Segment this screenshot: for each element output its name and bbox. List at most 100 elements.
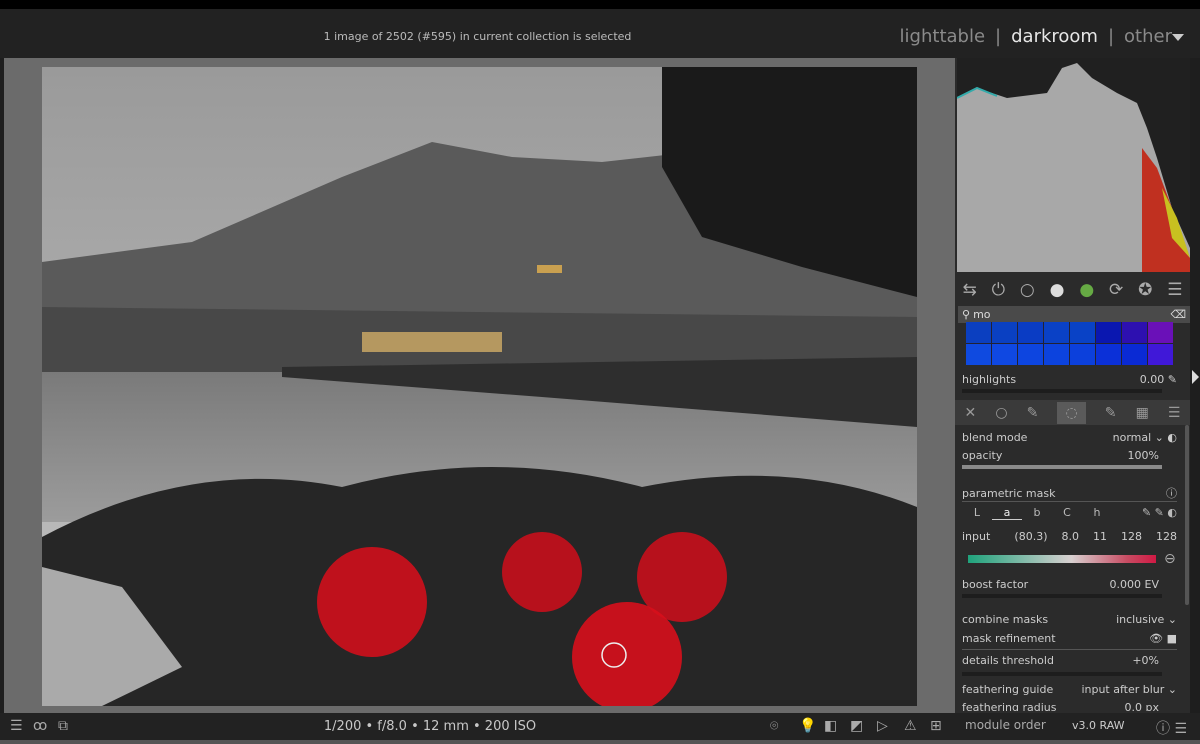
parametric-mask-icon[interactable]: ◌ [1057,401,1086,424]
histogram[interactable] [957,58,1190,272]
color-patch[interactable] [1122,322,1147,343]
color-patch[interactable] [1148,322,1173,343]
uniform-icon[interactable]: ○ [995,405,1007,421]
invert-polarity-icon[interactable]: ⊖ [1164,551,1176,567]
view-lighttable[interactable]: lighttable [900,26,985,47]
color-picker-icon[interactable]: ✎ [1168,373,1177,386]
color-patch[interactable] [1018,322,1043,343]
input-value: 11 [1093,530,1107,543]
module-order-value[interactable]: v3.0 RAW [1072,719,1125,732]
drawn-parametric-icon[interactable]: ✎ [1105,405,1117,421]
color-patch[interactable] [1096,344,1121,365]
highlights-label: highlights [962,373,1017,386]
color-patch[interactable] [1122,344,1147,365]
color-patch[interactable] [966,344,991,365]
picker-icons[interactable]: ✎ ✎ ◐ [1142,506,1177,520]
module-group-tabs: ⇆ ⏻ ○ ● ● ⟳ ✪ ☰ [955,274,1190,306]
parametric-range-slider[interactable] [968,555,1156,563]
details-threshold-value: +0% [1132,654,1159,667]
power-icon[interactable]: ⏻ [992,280,1005,300]
refresh-icon[interactable]: ⟳ [1109,280,1123,300]
highlights-slider[interactable] [962,389,1162,393]
search-value: mo [973,308,991,321]
feathering-guide-label: feathering guide [962,683,1054,696]
info-icon[interactable]: ⓘ [1166,485,1177,501]
combine-masks-label: combine masks [962,613,1049,626]
tab-L[interactable]: L [962,506,992,520]
red-flower [317,547,427,657]
blend-mode-select[interactable]: normal ⌄ ◐ [1113,431,1177,444]
blend-mode-label: blend mode [962,431,1028,444]
color-patch[interactable] [1070,322,1095,343]
exif-info: 1/200 • f/8.0 • 12 mm • 200 ISO [323,719,537,734]
color-patch[interactable] [966,322,991,343]
module-search-input[interactable]: ⚲ mo ⌫ [958,306,1190,323]
views-dropdown-icon[interactable] [1172,34,1184,41]
focus-peaking-icon[interactable]: ⌾ [770,718,778,734]
bulb-icon[interactable]: 💡 [799,718,816,734]
boost-factor-label: boost factor [962,578,1029,591]
channel-tabs: L a b C h ✎ ✎ ◐ [962,506,1177,520]
combine-masks-select[interactable]: inclusive ⌄ [1116,613,1177,626]
feathering-radius-label: feathering radius [962,701,1057,711]
feathering-radius-value: 0.0 px [1124,701,1159,711]
details-threshold-label: details threshold [962,654,1054,667]
opacity-slider[interactable] [962,465,1162,469]
top-panel-toggle-strip[interactable] [0,0,1200,9]
color-patch[interactable] [1044,322,1069,343]
color-patch[interactable] [992,344,1017,365]
guides-icon[interactable]: ⊞ [930,718,942,734]
selection-info: 1 image of 2502 (#595) in current collec… [323,30,632,43]
gamut-check-icon[interactable]: ▷ [877,718,888,734]
show-mask-icon[interactable]: 👁 ■ [1149,632,1177,645]
color-assessment-icon[interactable]: ◧ [824,718,837,734]
opacity-value: 100% [1127,449,1159,462]
houses [362,332,502,352]
panel-scrollbar[interactable] [1185,425,1189,605]
menu-icon[interactable]: ☰ [1168,405,1181,421]
tab-a[interactable]: a [992,506,1022,520]
boost-factor-value: 0.000 EV [1109,578,1159,591]
photo-preview[interactable] [42,67,917,706]
boost-factor-slider[interactable] [962,594,1162,598]
drawn-mask-icon[interactable]: ✎ [1027,405,1039,421]
opacity-label: opacity [962,449,1003,462]
filmstrip-strip[interactable] [0,740,1200,744]
color-patch[interactable] [992,322,1017,343]
menu-icon[interactable]: ☰ [1167,280,1182,300]
red-flower [502,532,582,612]
view-other[interactable]: other [1124,26,1172,47]
color-patch-grid[interactable] [966,322,1173,365]
view-darkroom[interactable]: darkroom [1011,26,1098,47]
details-threshold-slider[interactable] [962,672,1162,676]
view-switcher: lighttable | darkroom | other [900,26,1172,47]
collapse-right-arrow-icon[interactable] [1192,370,1199,384]
color-patch[interactable] [1044,344,1069,365]
input-value: 128 [1156,530,1177,543]
color-wheel-icon[interactable]: ● [1079,280,1094,300]
info-icon[interactable]: ⓘ ☰ [1156,718,1187,738]
input-label: input [962,530,991,543]
feathering-guide-select[interactable]: input after blur ⌄ [1081,683,1177,696]
color-patch[interactable] [1018,344,1043,365]
circle-icon[interactable]: ○ [1020,280,1035,300]
tab-h[interactable]: h [1082,506,1112,520]
off-icon[interactable]: ✕ [965,405,977,421]
color-patch[interactable] [1096,322,1121,343]
clear-search-icon[interactable]: ⌫ [1170,308,1186,321]
star-badge-icon[interactable]: ✪ [1138,280,1152,300]
tab-C[interactable]: C [1052,506,1082,520]
highlights-value: 0.00 [1139,373,1165,386]
module-order-label: module order [965,718,1046,732]
presets-icon[interactable]: ⇆ [962,280,976,300]
building [537,265,562,273]
sphere-icon[interactable]: ● [1050,280,1065,300]
separator: | [995,26,1002,47]
tab-b[interactable]: b [1022,506,1052,520]
warning-icon[interactable]: ⚠ [904,718,917,734]
softproof-icon[interactable]: ◩ [850,718,863,734]
color-patch[interactable] [1070,344,1095,365]
raster-mask-icon[interactable]: ▦ [1136,405,1149,421]
color-patch[interactable] [1148,344,1173,365]
blend-tabs: ✕ ○ ✎ ◌ ✎ ▦ ☰ [955,400,1190,425]
